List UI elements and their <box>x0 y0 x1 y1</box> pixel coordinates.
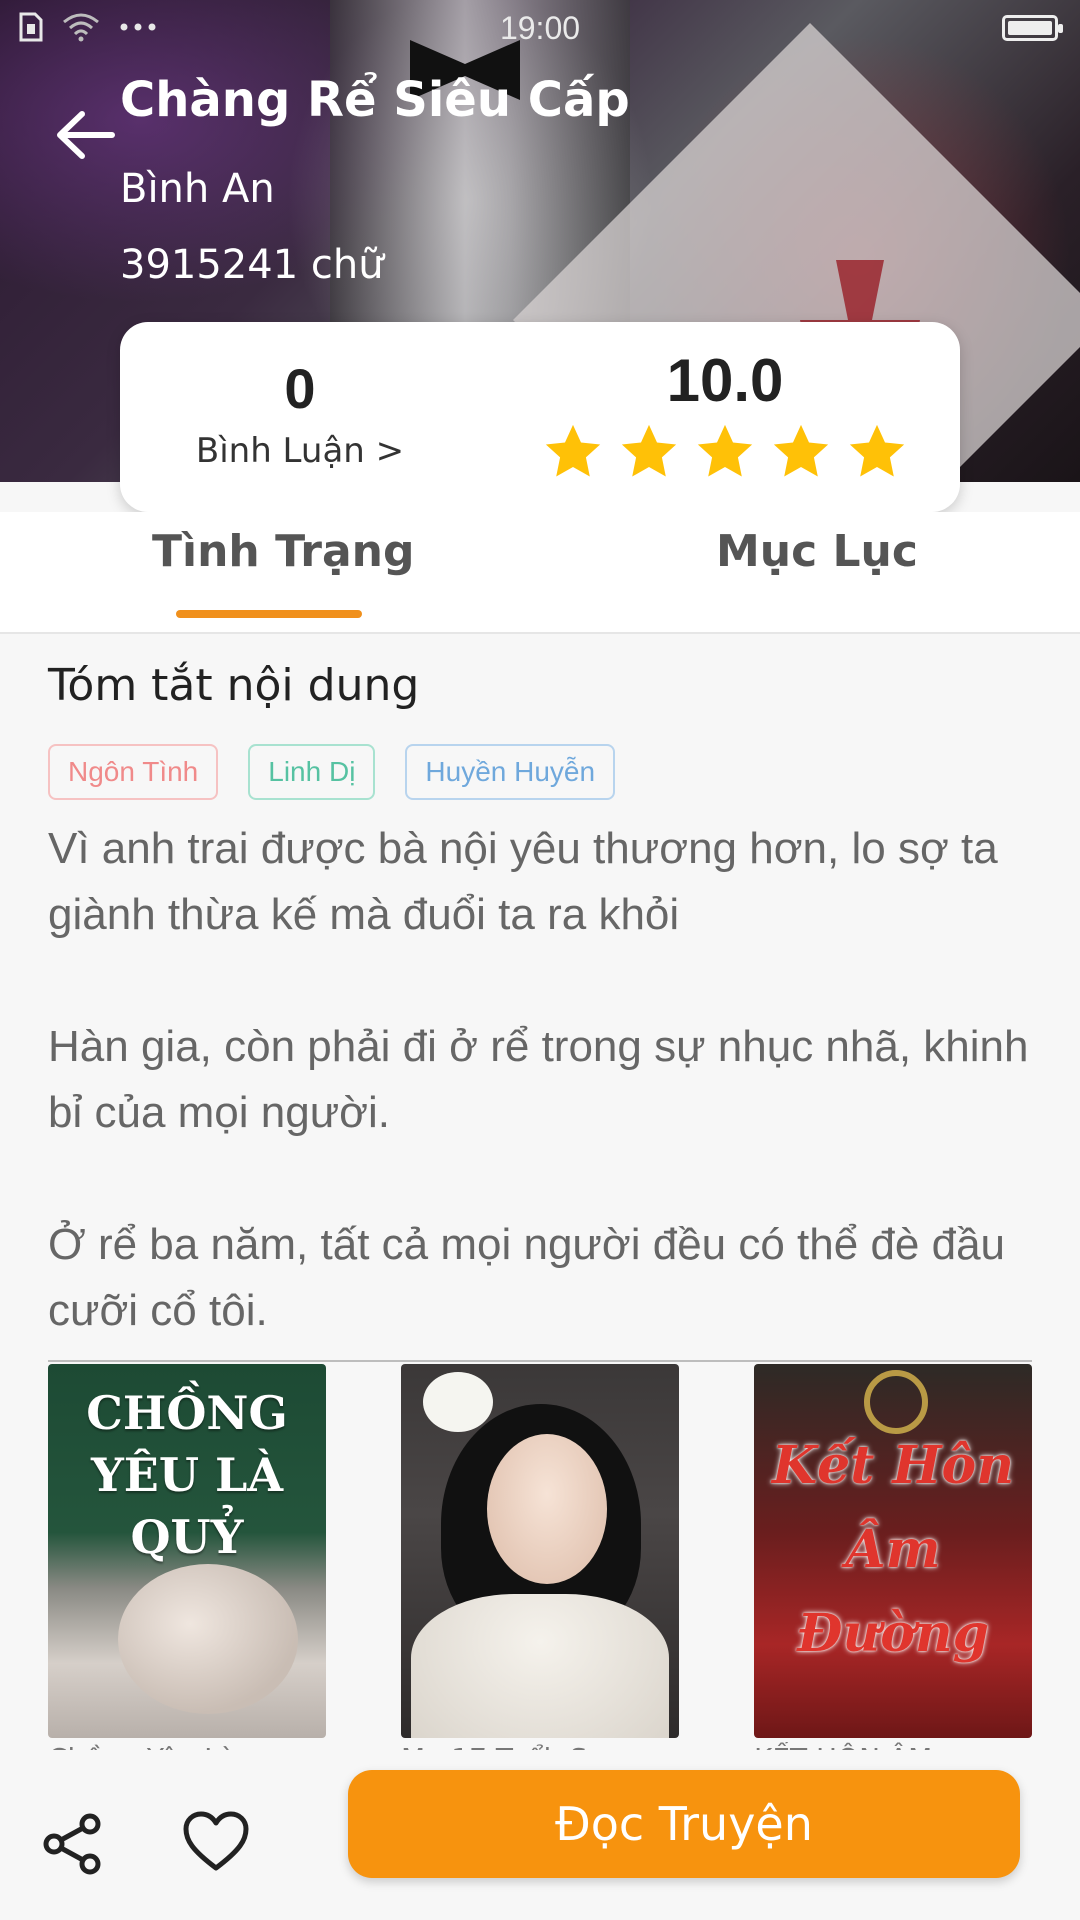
bottom-action-bar: Đọc Truyện <box>0 1750 1080 1920</box>
rating-card: 0 Bình Luận > 10.0 <box>120 322 960 512</box>
related-book-item[interactable]: CHỒNG YÊU LÀ QUỶ Chồng Yêu Là ... <box>48 1364 326 1750</box>
cover-art-sweater <box>411 1594 669 1738</box>
book-word-count: 3915241 chữ <box>120 242 384 288</box>
star-icon <box>621 424 677 477</box>
summary-heading: Tóm tắt nội dung <box>48 660 420 711</box>
status-bar: 19:00 <box>0 0 1080 56</box>
comments-label: Bình Luận > <box>195 431 405 471</box>
book-caption[interactable]: Mẹ 17 Tuổi: S... <box>401 1742 679 1750</box>
battery-icon <box>1002 15 1063 41</box>
star-icon <box>697 424 753 477</box>
rating-score: 10.0 <box>666 347 784 414</box>
book-author[interactable]: Bình An <box>120 166 275 212</box>
star-icon <box>545 424 601 477</box>
back-arrow-icon[interactable] <box>52 102 118 168</box>
genre-tag[interactable]: Huyền Huyễn <box>405 744 616 800</box>
summary-paragraph: Hàn gia, còn phải đi ở rể trong sự nhục … <box>48 1022 1029 1137</box>
related-books: CHỒNG YÊU LÀ QUỶ Chồng Yêu Là ... Mẹ 17 … <box>48 1364 1032 1750</box>
cover-art-face <box>487 1434 607 1584</box>
cover-title: Kết Hôn Âm Đường <box>771 1435 1015 1664</box>
status-time: 19:00 <box>499 10 581 46</box>
tab-bar: Tình Trạng Mục Lục <box>0 512 1080 634</box>
related-book-item[interactable]: Kết Hôn Âm Đường KẾT HÔN ÂM ... <box>754 1364 1032 1750</box>
read-story-button[interactable]: Đọc Truyện <box>348 1770 1020 1878</box>
genre-tags: Ngôn Tình Linh Dị Huyền Huyễn <box>48 744 616 800</box>
cover-title: CHỒNG YÊU LÀ QUỶ <box>86 1386 288 1564</box>
rating-score-block: 10.0 <box>500 346 950 483</box>
divider <box>48 1360 1032 1362</box>
book-caption[interactable]: Chồng Yêu Là ... <box>48 1742 326 1750</box>
summary-paragraph: Vì anh trai được bà nội yêu thương hơn, … <box>48 824 998 939</box>
star-icon <box>849 424 905 477</box>
heart-icon[interactable] <box>182 1810 250 1874</box>
cover-art-flower <box>423 1372 493 1432</box>
book-caption[interactable]: KẾT HÔN ÂM ... <box>754 1742 1032 1750</box>
genre-tag[interactable]: Ngôn Tình <box>48 744 219 800</box>
book-cover[interactable]: Kết Hôn Âm Đường <box>754 1364 1032 1738</box>
active-tab-indicator <box>176 610 362 618</box>
tab-status[interactable]: Tình Trạng <box>152 526 414 577</box>
comments-link[interactable]: 0 Bình Luận > <box>160 356 440 471</box>
rating-stars <box>500 421 950 483</box>
book-cover[interactable] <box>401 1364 679 1738</box>
summary-text: Vì anh trai được bà nội yêu thương hơn, … <box>48 816 1038 1344</box>
share-icon[interactable] <box>40 1812 104 1876</box>
comments-count: 0 <box>284 357 316 420</box>
related-book-item[interactable]: Mẹ 17 Tuổi: S... <box>401 1364 679 1750</box>
book-cover[interactable]: CHỒNG YÊU LÀ QUỶ <box>48 1364 326 1738</box>
summary-paragraph: Ở rể ba năm, tất cả mọi người đều có thể… <box>48 1220 1006 1335</box>
star-icon <box>773 424 829 477</box>
book-title: Chàng Rể Siêu Cấp <box>120 72 630 128</box>
genre-tag[interactable]: Linh Dị <box>248 744 376 800</box>
tab-table-of-contents[interactable]: Mục Lục <box>716 526 918 577</box>
cover-art-face <box>118 1564 298 1714</box>
